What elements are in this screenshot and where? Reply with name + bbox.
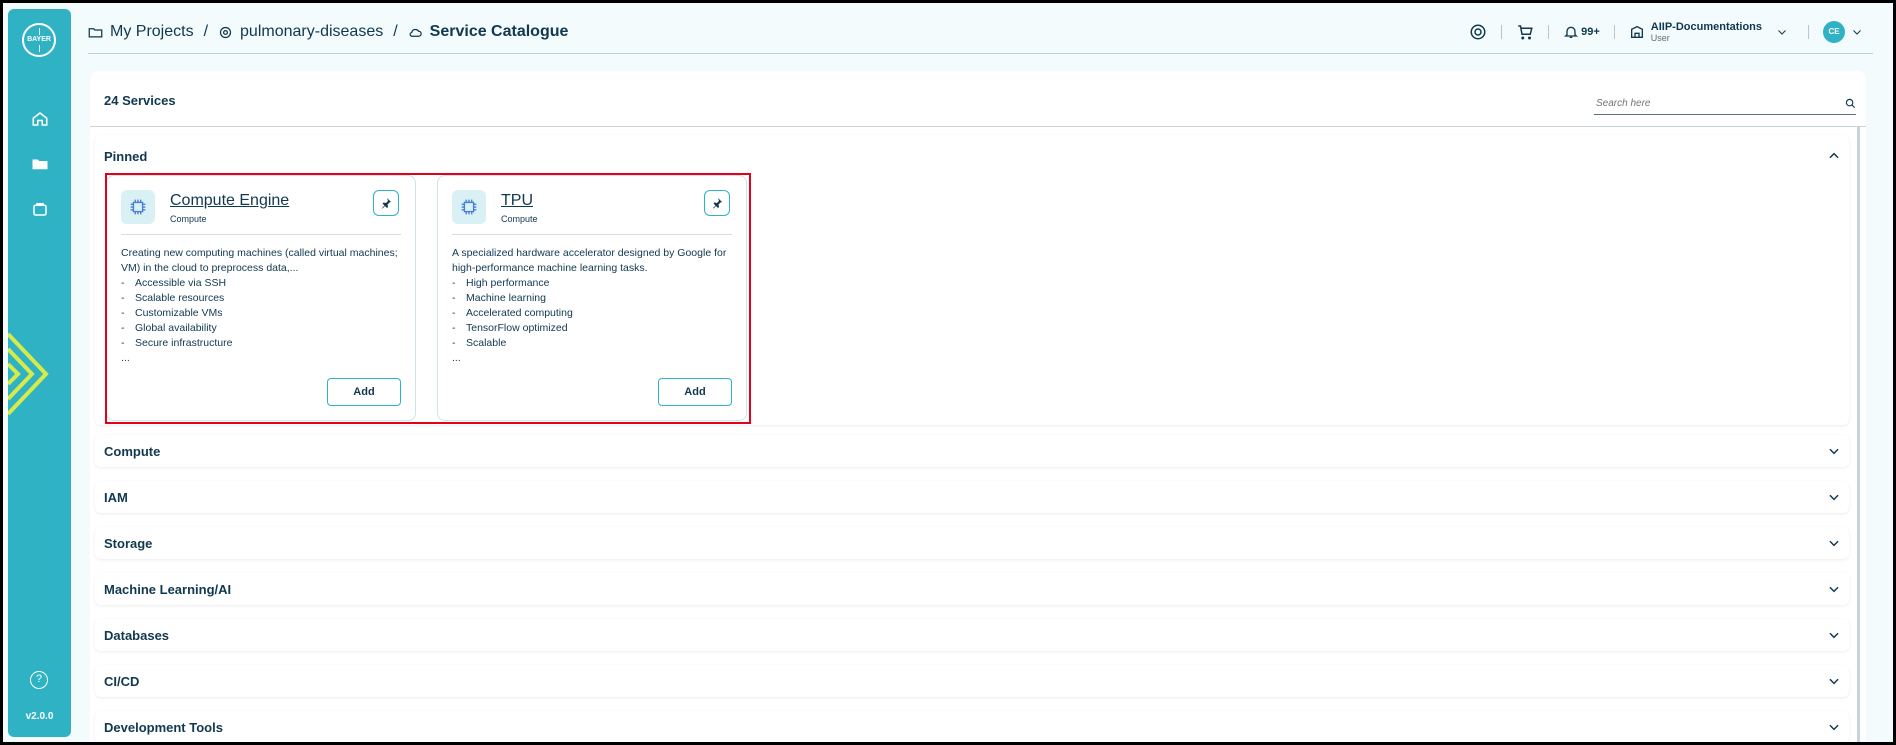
chevron-up-icon[interactable] [1827, 149, 1841, 163]
section-machine-learning[interactable]: Machine Learning/AI [95, 573, 1849, 605]
chevron-decoration-icon [8, 332, 49, 416]
breadcrumb-my-projects[interactable]: My Projects [88, 23, 194, 41]
cloud-icon [409, 28, 422, 37]
bell-icon [1564, 26, 1579, 38]
topbar-actions: 99+ AIIP-Documentations User CE [1469, 17, 1863, 47]
breadcrumb-separator: / [203, 23, 209, 40]
account-text: AIIP-Documentations User [1651, 21, 1762, 43]
section-databases[interactable]: Databases [95, 619, 1849, 651]
settings-icon[interactable] [1469, 23, 1487, 41]
section-title[interactable]: Pinned [104, 149, 147, 164]
divider [90, 126, 1866, 127]
section-storage[interactable]: Storage [95, 527, 1849, 559]
folder-icon[interactable] [30, 154, 50, 174]
section-iam[interactable]: IAM [95, 481, 1849, 513]
topbar-divider [88, 53, 1873, 54]
section-ci-cd[interactable]: CI/CD [95, 665, 1849, 697]
chevron-down-icon[interactable] [1851, 26, 1863, 38]
cart-icon[interactable] [1516, 23, 1534, 41]
services-count: 24 Services [104, 93, 176, 108]
chevron-down-icon [1829, 724, 1839, 731]
bag-icon[interactable] [30, 199, 50, 219]
chevron-down-icon [1829, 494, 1839, 501]
section-title: IAM [104, 490, 128, 505]
highlight-box [105, 173, 751, 424]
section-compute[interactable]: Compute [95, 435, 1849, 467]
chevron-down-icon [1829, 540, 1839, 547]
section-title: Machine Learning/AI [104, 582, 232, 597]
gear-icon [219, 26, 232, 38]
divider [1808, 25, 1809, 39]
building-icon [1630, 25, 1643, 38]
divider [1501, 25, 1503, 39]
search-icon[interactable] [1845, 98, 1856, 109]
breadcrumb-service-catalogue: Service Catalogue [408, 23, 569, 41]
version-label: v2.0.0 [25, 711, 54, 722]
account-name: AIIP-Documentations [1650, 21, 1762, 33]
notifications-button[interactable]: 99+ [1563, 24, 1600, 40]
section-title: Databases [104, 628, 170, 643]
scrollbar[interactable] [1857, 127, 1860, 742]
sidebar: BAYER ? v2.0.0 [8, 9, 71, 737]
search-box [1594, 93, 1856, 115]
divider [1548, 25, 1550, 39]
chevron-down-icon [1829, 448, 1839, 455]
breadcrumb-project[interactable]: pulmonary-diseases [218, 23, 383, 41]
account-role: User [1650, 33, 1670, 43]
section-development-tools[interactable]: Development Tools [95, 711, 1849, 742]
app-window: BAYER ? v2.0.0 My Projects / pulmonary-d… [3, 3, 1893, 742]
search-input[interactable] [1594, 98, 1814, 109]
chevron-down-icon [1778, 30, 1786, 35]
bayer-logo[interactable]: BAYER [22, 23, 56, 57]
avatar[interactable]: CE [1823, 21, 1845, 43]
section-title: Compute [104, 444, 161, 459]
breadcrumb-separator: / [393, 23, 398, 40]
account-switcher[interactable]: AIIP-Documentations User [1629, 21, 1794, 43]
help-icon[interactable]: ? [30, 671, 48, 689]
chevron-down-icon [1829, 586, 1839, 593]
topbar: My Projects / pulmonary-diseases / Servi… [88, 17, 1873, 47]
section-title: CI/CD [104, 674, 140, 689]
breadcrumb-label: Service Catalogue [429, 23, 569, 40]
notifications-count: 99+ [1581, 26, 1600, 38]
chevron-down-icon [1829, 678, 1839, 685]
divider [1613, 25, 1615, 39]
breadcrumb-label: pulmonary-diseases [240, 23, 384, 40]
section-title: Development Tools [104, 720, 223, 735]
home-icon[interactable] [30, 109, 50, 129]
section-title: Storage [104, 536, 153, 551]
chevron-down-icon [1829, 632, 1839, 639]
breadcrumb-label: My Projects [110, 23, 194, 40]
folder-icon [88, 27, 103, 37]
